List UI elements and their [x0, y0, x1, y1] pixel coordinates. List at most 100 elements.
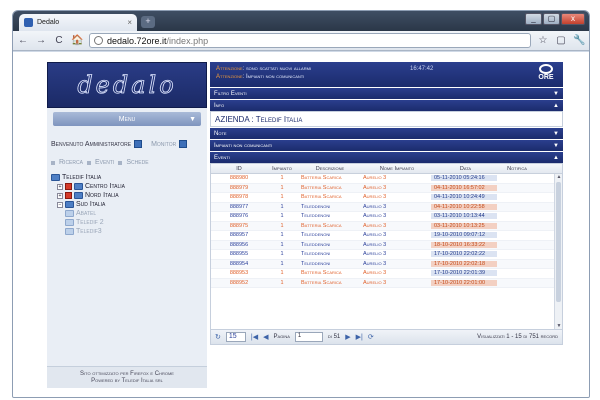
forward-button[interactable]: →	[35, 35, 47, 46]
chevron-up-icon[interactable]: ▲	[553, 155, 559, 161]
table-row[interactable]: 888954 1 Teleddenoni Aurelio 3 17-10-2010 22…	[211, 259, 562, 269]
tree-node-nord[interactable]: + Nord Italia	[51, 191, 205, 200]
col-id[interactable]: ID	[211, 166, 267, 172]
table-row[interactable]: 888980 1 Batteria Scarica Aurelio 3 05-11-20…	[211, 174, 562, 184]
col-notifica[interactable]: Notifica	[497, 166, 537, 172]
tree-leaf-teledif3[interactable]: Teledif3	[51, 227, 205, 236]
welcome-row: Benvenuto Amministratore Monitor	[47, 130, 207, 148]
page-menu-icon[interactable]: ▢	[555, 35, 567, 46]
col-data[interactable]: Data	[431, 166, 497, 172]
page-info-icon[interactable]	[94, 36, 103, 45]
new-tab-button[interactable]: +	[141, 16, 155, 28]
last-page-icon[interactable]: ▶|	[356, 333, 363, 341]
dedalo-logo: dedalo	[47, 62, 207, 108]
panel-info[interactable]: Info ▲	[210, 100, 563, 111]
sidebar: dedalo Menu ▼ Benvenuto Amministratore M…	[47, 62, 207, 388]
table-row[interactable]: 888952 1 Batteria Scarica Aurelio 3 17-10-20…	[211, 278, 562, 288]
cell-data: 17-10-2010 22:02:22	[431, 251, 497, 258]
table-row[interactable]: 888977 1 Teleddenoni Aurelio 3 04-11-2010 10…	[211, 202, 562, 212]
tab-schede[interactable]: Schede	[126, 159, 148, 166]
tree-leaf-label: Abatel	[76, 210, 97, 217]
close-window-button[interactable]: x	[561, 13, 585, 25]
bookmark-star-icon[interactable]: ☆	[537, 35, 549, 46]
reload-button[interactable]: C	[53, 35, 65, 46]
tree-node-sud[interactable]: − Sud Italia	[51, 200, 205, 209]
cell-descrizione: Batteria Scarica	[301, 270, 342, 277]
back-button[interactable]: ←	[17, 35, 29, 46]
maximize-button[interactable]: ▢	[543, 13, 560, 25]
cell-descrizione: Batteria Scarica	[301, 175, 342, 182]
refresh-icon[interactable]: ↻	[215, 333, 221, 341]
tab-ricerca[interactable]: Ricerca	[59, 159, 83, 166]
chevron-down-icon: ▼	[189, 115, 196, 123]
reload-icon[interactable]: ⟳	[368, 333, 374, 341]
col-nome-impianto[interactable]: Nome Impianto	[359, 166, 431, 172]
chevron-down-icon[interactable]: ▼	[553, 91, 559, 97]
table-row[interactable]: 888975 1 Batteria Scarica Aurelio 3 03-11-20…	[211, 221, 562, 231]
menu-button[interactable]: Menu ▼	[53, 112, 201, 126]
cell-impianto: 1	[280, 279, 284, 286]
grid-scrollbar[interactable]: ▲ ▼	[554, 174, 562, 329]
browser-tab[interactable]: Dedalo ×	[19, 14, 137, 31]
expand-icon[interactable]: +	[57, 183, 63, 190]
cell-impianto: 1	[280, 232, 284, 239]
panel-filtro-eventi[interactable]: Filtro Eventi ▼	[210, 88, 563, 99]
table-row[interactable]: 888953 1 Batteria Scarica Aurelio 3 17-10-20…	[211, 269, 562, 279]
tree-leaf-label: Teledif3	[76, 228, 102, 235]
wrench-icon[interactable]: 🔧	[573, 35, 585, 46]
main-panel: Attenzione: sono scattati nuovi allarmi …	[210, 62, 563, 388]
scroll-up-icon[interactable]: ▲	[555, 174, 562, 180]
tree-node-centro[interactable]: + Centro Italia	[51, 182, 205, 191]
table-row[interactable]: 888979 1 Batteria Scarica Aurelio 3 04-11-20…	[211, 183, 562, 193]
first-page-icon[interactable]: |◀	[251, 333, 258, 341]
cell-id: 888954	[229, 260, 249, 267]
scroll-thumb[interactable]	[556, 182, 561, 302]
table-row[interactable]: 888976 1 Teleddenoni Aurelio 3 03-11-2010 10…	[211, 212, 562, 222]
clock: 16:47:42	[410, 66, 434, 72]
home-button[interactable]: 🏠	[71, 35, 83, 46]
monitor-icon[interactable]	[179, 140, 188, 148]
expand-icon[interactable]: +	[57, 192, 63, 199]
user-icon[interactable]	[134, 140, 143, 148]
table-row[interactable]: 888957 1 Teleddenoni Aurelio 3 19-10-2010 09…	[211, 231, 562, 241]
tab-eventi[interactable]: Eventi	[95, 159, 114, 166]
page-input[interactable]: 1	[294, 332, 323, 342]
panel-note[interactable]: Note ▼	[210, 128, 563, 139]
cell-nome-impianto: Aurelio 3	[363, 175, 387, 182]
panel-impianti[interactable]: Impianti non comunicanti ▼	[210, 140, 563, 151]
minimize-button[interactable]: _	[525, 13, 542, 25]
table-row[interactable]: 888955 1 Teleddenoni Aurelio 3 17-10-2010 22…	[211, 250, 562, 260]
expand-icon[interactable]: −	[57, 201, 63, 208]
panel-eventi[interactable]: Eventi ▲	[210, 152, 563, 163]
cell-id: 888979	[229, 184, 249, 191]
chevron-down-icon[interactable]: ▼	[553, 143, 559, 149]
prev-page-icon[interactable]: ◀	[263, 333, 268, 341]
tree-leaf-abatel[interactable]: Abatel	[51, 209, 205, 218]
display-count: Visualizzati 1 - 15 di 751 record	[477, 334, 558, 340]
tab-close-icon[interactable]: ×	[127, 18, 132, 27]
cell-descrizione: Teleddenoni	[301, 260, 331, 267]
next-page-icon[interactable]: ▶	[345, 333, 350, 341]
alert-text[interactable]: Impianti non comunicanti	[246, 74, 304, 80]
tree-leaf-teledif2[interactable]: Teledif 2	[51, 218, 205, 227]
folder-icon	[74, 192, 83, 199]
monitor-link[interactable]: Monitor	[151, 141, 176, 148]
alarm-icon	[65, 192, 72, 199]
folder-icon	[51, 174, 60, 181]
panel-title: Eventi	[214, 154, 230, 161]
cell-nome-impianto: Aurelio 3	[363, 232, 387, 239]
cell-impianto: 1	[280, 241, 284, 248]
cell-nome-impianto: Aurelio 3	[363, 203, 387, 210]
alert-text[interactable]: sono scattati nuovi allarmi	[246, 66, 311, 72]
chevron-down-icon[interactable]: ▼	[553, 131, 559, 137]
chevron-up-icon[interactable]: ▲	[553, 103, 559, 109]
col-descrizione[interactable]: Descrizione	[297, 166, 359, 172]
table-row[interactable]: 888978 1 Batteria Scarica Aurelio 3 04-11-20…	[211, 193, 562, 203]
table-row[interactable]: 888956 1 Teleddenoni Aurelio 3 18-10-2010 16…	[211, 240, 562, 250]
address-bar[interactable]: dedalo.72ore.it/index.php	[89, 33, 531, 48]
cell-nome-impianto: Aurelio 3	[363, 241, 387, 248]
col-impianto[interactable]: Impianto	[267, 166, 297, 172]
scroll-down-icon[interactable]: ▼	[555, 323, 562, 329]
tree-root[interactable]: Teledif Italia	[51, 173, 205, 182]
page-size-select[interactable]: 15	[225, 332, 246, 342]
